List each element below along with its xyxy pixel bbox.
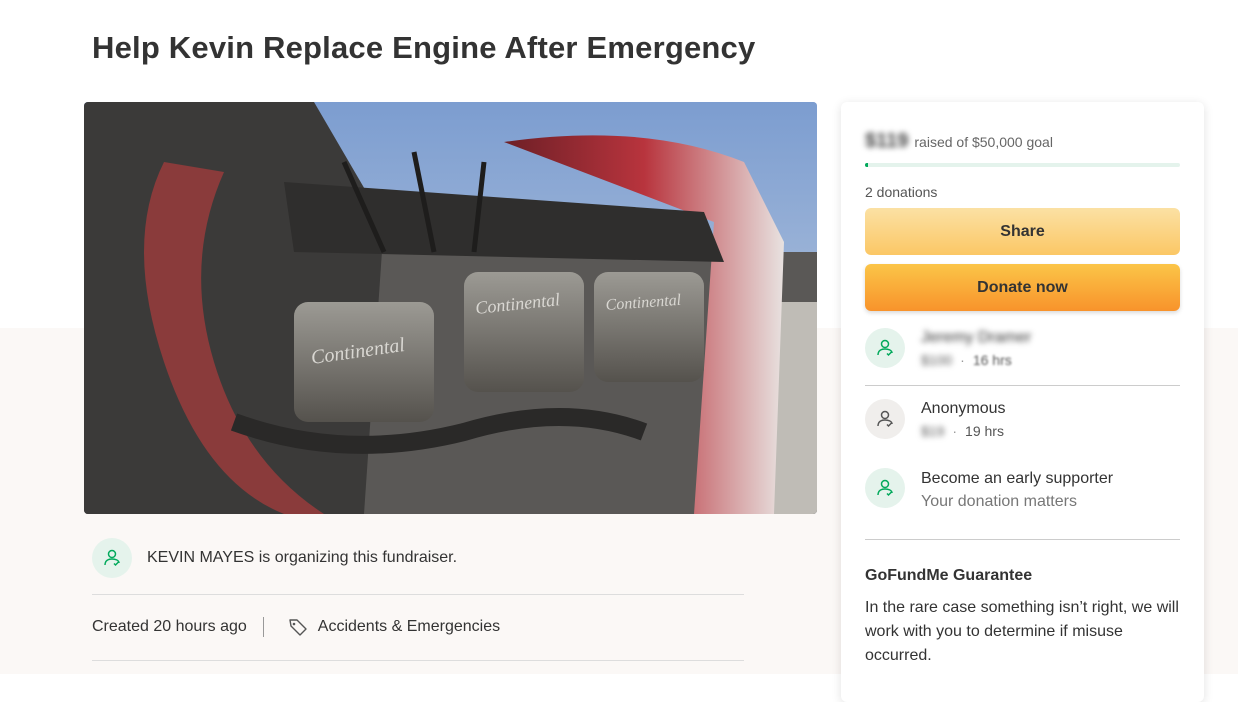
organizer-avatar	[92, 538, 132, 578]
donor-time: 16 hrs	[972, 352, 1012, 368]
donor-amount: $19	[921, 423, 945, 439]
raised-goal-label: raised of $50,000 goal	[914, 134, 1053, 150]
donor-item: Anonymous $19 · 19 hrs	[865, 399, 1006, 439]
early-supporter-avatar	[865, 468, 905, 508]
donations-count: 2 donations	[865, 184, 938, 200]
early-supporter-prompt[interactable]: Become an early supporter Your donation …	[865, 468, 1113, 511]
share-button[interactable]: Share	[865, 208, 1180, 255]
progress-fill	[865, 163, 868, 167]
donor-avatar	[865, 399, 905, 439]
heart-hand-icon	[877, 410, 893, 428]
donor-item: Jeremy Dramer $100 · 16 hrs	[865, 328, 1031, 368]
page-title: Help Kevin Replace Engine After Emergenc…	[92, 30, 756, 65]
donor-time: 19 hrs	[965, 423, 1004, 439]
campaign-hero-image[interactable]: Continental Continental Continental	[84, 102, 817, 514]
separator-dot: ·	[952, 423, 958, 439]
progress-bar	[865, 163, 1180, 167]
early-supporter-subtitle: Your donation matters	[921, 493, 1077, 510]
section-divider	[92, 660, 744, 661]
donate-button[interactable]: Donate now	[865, 264, 1180, 311]
category-link[interactable]: Accidents & Emergencies	[288, 617, 500, 637]
organizer-row: KEVIN MAYES is organizing this fundraise…	[92, 538, 457, 578]
donor-name: Jeremy Dramer	[921, 329, 1032, 346]
meta-separator	[262, 617, 264, 637]
separator-dot: ·	[960, 352, 965, 368]
heart-hand-icon	[104, 549, 120, 567]
donation-card: $119 raised of $50,000 goal 2 donations …	[841, 102, 1204, 702]
early-supporter-title: Become an early supporter	[921, 470, 1114, 487]
donor-avatar	[865, 328, 905, 368]
tag-icon	[289, 619, 307, 636]
heart-hand-icon	[877, 339, 893, 357]
guarantee-text: In the rare case something isn’t right, …	[865, 599, 1179, 664]
campaign-meta: Created 20 hours ago Accidents & Emergen…	[92, 617, 500, 637]
engine-photo: Continental Continental Continental	[84, 102, 817, 514]
heart-hand-icon	[877, 479, 893, 497]
donor-name: Anonymous	[921, 400, 1006, 417]
raised-amount: $119	[865, 130, 909, 152]
organizer-text: KEVIN MAYES is organizing this fundraise…	[147, 549, 458, 566]
donor-amount: $100	[921, 352, 953, 368]
raised-summary: $119 raised of $50,000 goal	[865, 130, 1053, 153]
section-divider	[92, 594, 744, 595]
category-label: Accidents & Emergencies	[317, 618, 501, 635]
guarantee-divider	[865, 539, 1180, 540]
guarantee-title: GoFundMe Guarantee	[865, 567, 1033, 584]
donor-divider	[865, 385, 1180, 386]
created-time: Created 20 hours ago	[92, 618, 247, 635]
